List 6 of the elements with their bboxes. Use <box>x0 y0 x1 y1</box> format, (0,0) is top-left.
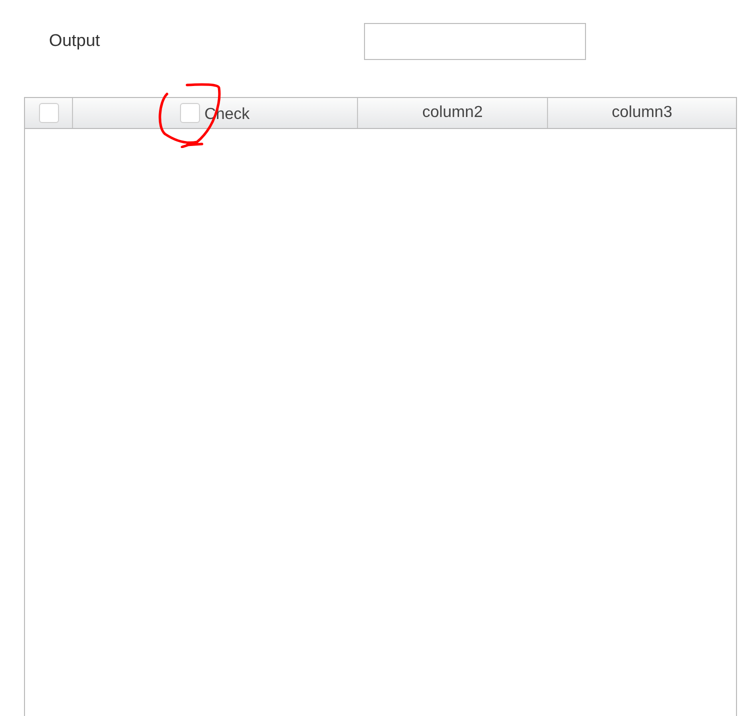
output-label: Output <box>49 31 102 51</box>
column-header[interactable]: column3 <box>612 104 672 122</box>
column-header[interactable]: column2 <box>422 104 483 122</box>
column-checkbox[interactable] <box>180 103 200 123</box>
select-all-checkbox[interactable] <box>38 103 58 123</box>
output-field[interactable] <box>364 22 586 60</box>
